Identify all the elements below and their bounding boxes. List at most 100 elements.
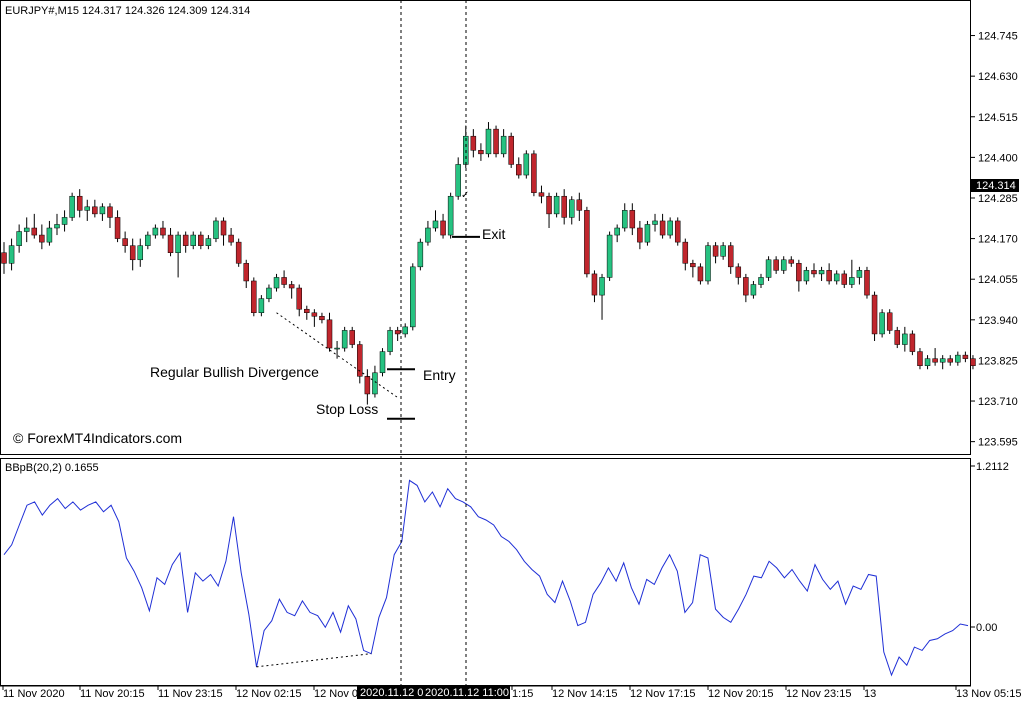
candle-body	[327, 320, 332, 348]
candle-body	[448, 196, 453, 235]
candle	[32, 214, 37, 239]
candle-body	[123, 239, 128, 246]
candle-body	[342, 330, 347, 348]
candle-body	[804, 270, 809, 281]
candle	[766, 256, 771, 281]
candle-body	[92, 207, 97, 214]
candle	[70, 193, 75, 221]
candle-body	[77, 196, 82, 210]
candle-body	[410, 267, 415, 327]
candle-body	[388, 330, 393, 351]
candle	[403, 323, 408, 337]
candle	[274, 274, 279, 292]
exit-check-icon: ✓	[461, 190, 469, 201]
candle	[743, 274, 748, 302]
candle	[395, 327, 400, 341]
candle-body	[206, 239, 211, 246]
candle	[259, 295, 264, 316]
candle-body	[297, 288, 302, 309]
candle	[282, 270, 287, 288]
candle-body	[539, 193, 544, 197]
price-tick-label: 124.515	[978, 112, 1018, 124]
candle	[933, 348, 938, 366]
candle-body	[880, 313, 885, 334]
candle	[872, 292, 877, 341]
indicator-series	[4, 480, 968, 675]
candle	[713, 242, 718, 263]
candle	[592, 270, 597, 302]
candle-body	[24, 228, 29, 232]
candle	[229, 228, 234, 246]
candle	[554, 193, 559, 218]
candle	[834, 270, 839, 284]
candle	[736, 263, 741, 284]
candle-body	[592, 274, 597, 295]
candle	[849, 260, 854, 288]
candle-body	[857, 270, 862, 277]
candle	[970, 355, 975, 369]
candle	[47, 221, 52, 246]
candle	[24, 217, 29, 242]
price-tick-label: 123.710	[978, 396, 1018, 408]
candle	[857, 267, 862, 285]
candle-body	[675, 221, 680, 242]
candle-body	[138, 246, 143, 260]
candle	[902, 327, 907, 352]
candle-body	[653, 221, 658, 225]
candle-body	[395, 330, 400, 334]
candle-body	[47, 228, 52, 242]
candle-body	[577, 200, 582, 211]
time-tick-label: 1:15	[512, 688, 533, 700]
candle	[690, 260, 695, 278]
candle-body	[827, 270, 832, 281]
candle-body	[683, 242, 688, 263]
candle	[327, 313, 332, 352]
time-tick-label: 12 Nov 02:15	[236, 688, 301, 700]
candle	[115, 210, 120, 242]
candle-body	[153, 228, 158, 235]
bbpb-line	[4, 480, 968, 675]
candle-body	[917, 352, 922, 366]
candle	[123, 232, 128, 253]
candle	[92, 200, 97, 218]
candle-body	[289, 285, 294, 289]
candle-body	[145, 235, 150, 246]
candle	[804, 267, 809, 285]
watermark: © ForexMT4Indicators.com	[13, 430, 182, 446]
candle	[781, 256, 786, 274]
candle-body	[562, 196, 567, 217]
candle-body	[872, 295, 877, 334]
price-tick-label: 124.630	[978, 71, 1018, 83]
candle	[501, 129, 506, 157]
candle	[668, 217, 673, 238]
candle	[887, 309, 892, 334]
candle-body	[176, 235, 181, 253]
indicator-label: BBpB(20,2) 0.1655	[5, 462, 99, 474]
candle-body	[456, 164, 461, 196]
divergence-label: Regular Bullish Divergence	[150, 364, 319, 380]
candle-body	[660, 221, 665, 235]
candle	[864, 267, 869, 299]
candle-body	[554, 196, 559, 214]
candle	[539, 186, 544, 204]
candle-body	[350, 330, 355, 344]
candle-body	[759, 277, 764, 284]
candle	[698, 263, 703, 284]
time-tick-label: 12 Nov 14:15	[552, 688, 617, 700]
candle-body	[819, 270, 824, 274]
candle-body	[690, 263, 695, 267]
candle	[910, 330, 915, 355]
candle	[675, 217, 680, 245]
candle	[584, 207, 589, 278]
candle	[77, 189, 82, 217]
candle-body	[229, 235, 234, 242]
candle	[569, 196, 574, 224]
candle	[244, 260, 249, 288]
candle	[304, 306, 309, 320]
crosshair-time-1: 2020.11.12 0	[360, 687, 423, 699]
candle-body	[607, 235, 612, 277]
candle-body	[622, 210, 627, 228]
candle-body	[645, 224, 650, 242]
candle-body	[706, 246, 711, 281]
candle-body	[130, 246, 135, 260]
